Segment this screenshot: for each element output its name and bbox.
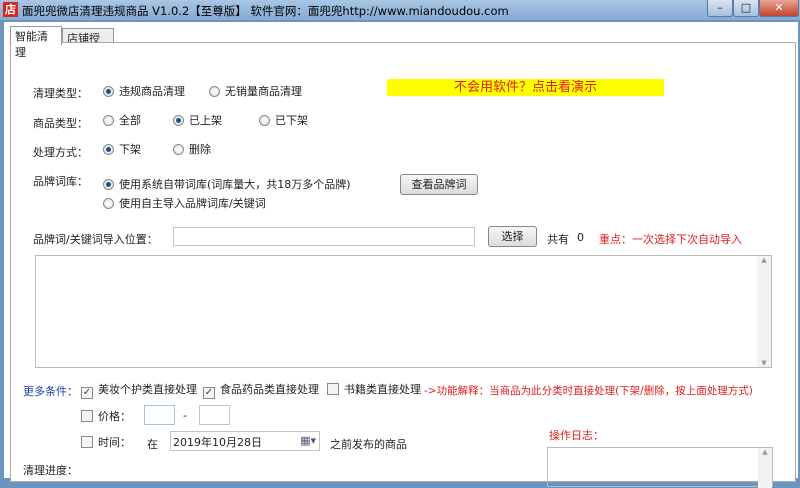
import-note: 重点：一次选择下次自动导入 (599, 233, 742, 246)
check-label: 书籍类直接处理 (344, 383, 421, 396)
clean-type-label: 清理类型： (33, 87, 88, 100)
time-suffix: 之前发布的商品 (330, 438, 407, 451)
main-window: 智能清理 店铺授权 清理类型： 违规商品清理 无销量商品清理 不会用软件？点击看… (4, 22, 798, 488)
log-label: 操作日志： (549, 429, 604, 442)
date-value: 2019年10月28日 (173, 436, 262, 449)
check-label: 价格： (98, 410, 131, 423)
function-explanation: ->功能解释：当商品为此分类时直接处理(下架/删除，按上面处理方式) (424, 385, 753, 397)
smart-clean-panel: 清理类型： 违规商品清理 无销量商品清理 不会用软件？点击看演示 商品类型： 全… (10, 42, 796, 488)
scrollbar[interactable]: ▲ (758, 448, 772, 488)
radio-process-delete[interactable]: 删除 (173, 141, 211, 157)
radio-label: 已下架 (275, 114, 308, 127)
check-food-drug[interactable]: ✓ 食品药品类直接处理 (203, 381, 319, 399)
count-value: 0 (577, 231, 584, 244)
price-max-input[interactable] (199, 405, 230, 425)
check-books[interactable]: 书籍类直接处理 (327, 381, 421, 397)
price-min-input[interactable] (144, 405, 175, 425)
count-label: 共有 (547, 233, 569, 246)
radio-process-delist[interactable]: 下架 (103, 141, 141, 157)
progress-label: 清理进度： (23, 464, 78, 477)
radio-label: 下架 (119, 143, 141, 156)
time-prefix: 在 (147, 438, 158, 451)
more-conditions-label: 更多条件： (23, 385, 78, 398)
title-bar: 店 面兜兜微店清理违规商品 V1.0.2【至尊版】 软件官网：面兜兜http:/… (0, 0, 800, 20)
view-brand-button[interactable]: 查看品牌词 (400, 174, 478, 195)
goods-type-label: 商品类型： (33, 117, 88, 130)
scrollbar[interactable]: ▲ ▼ (757, 256, 771, 367)
radio-brand-custom[interactable]: 使用自主导入品牌词库/关键词 (103, 195, 266, 211)
maximize-button[interactable]: □ (733, 0, 759, 17)
import-label: 品牌词/关键词导入位置： (33, 233, 158, 246)
check-label: 食品药品类直接处理 (220, 383, 319, 396)
radio-goods-all[interactable]: 全部 (103, 112, 141, 128)
radio-clean-no-sales[interactable]: 无销量商品清理 (209, 83, 302, 99)
radio-brand-system[interactable]: 使用系统自带词库(词库量大，共18万多个品牌) (103, 176, 351, 192)
radio-goods-delisted[interactable]: 已下架 (259, 112, 308, 128)
check-time[interactable]: 时间： (81, 434, 131, 450)
check-label: 美妆个护类直接处理 (98, 383, 197, 396)
app-icon: 店 (3, 2, 18, 17)
date-picker[interactable]: 2019年10月28日 ▦▾ (170, 431, 320, 451)
process-label: 处理方式： (33, 146, 88, 159)
import-path-input[interactable] (173, 227, 475, 246)
minimize-button[interactable]: – (707, 0, 733, 17)
radio-label: 无销量商品清理 (225, 85, 302, 98)
radio-label: 使用自主导入品牌词库/关键词 (119, 197, 266, 210)
radio-label: 全部 (119, 114, 141, 127)
radio-label: 使用系统自带词库(词库量大，共18万多个品牌) (119, 178, 351, 191)
close-button[interactable]: ✕ (759, 0, 799, 17)
calendar-icon[interactable]: ▦▾ (300, 434, 316, 447)
demo-banner-link[interactable]: 不会用软件？点击看演示 (387, 79, 664, 96)
price-dash: - (183, 409, 187, 422)
radio-label: 删除 (189, 143, 211, 156)
log-textarea[interactable]: ▲ (547, 447, 773, 488)
radio-label: 已上架 (189, 114, 222, 127)
brand-words-textarea[interactable]: ▲ ▼ (35, 255, 772, 368)
window-title: 面兜兜微店清理违规商品 V1.0.2【至尊版】 软件官网：面兜兜http://w… (22, 4, 509, 18)
check-label: 时间： (98, 436, 131, 449)
check-beauty[interactable]: ✓ 美妆个护类直接处理 (81, 381, 197, 399)
brand-lib-label: 品牌词库： (33, 175, 88, 188)
tab-smart-clean[interactable]: 智能清理 (10, 26, 62, 59)
radio-clean-violation[interactable]: 违规商品清理 (103, 83, 185, 99)
radio-goods-listed[interactable]: 已上架 (173, 112, 222, 128)
radio-label: 违规商品清理 (119, 85, 185, 98)
check-price[interactable]: 价格： (81, 408, 131, 424)
select-button[interactable]: 选择 (488, 226, 537, 247)
